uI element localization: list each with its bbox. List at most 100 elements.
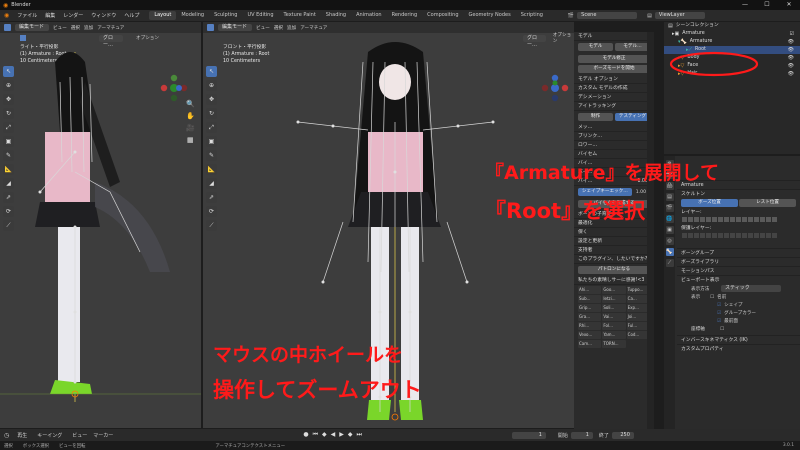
panel-viewport-display[interactable]: ビューポート表示 [677, 275, 800, 284]
tab-texture-paint[interactable]: Texture Paint [279, 11, 321, 20]
timeline-marker-menu[interactable]: マーカー [93, 432, 113, 439]
tab-geometry-nodes[interactable]: Geometry Nodes [464, 11, 516, 20]
group-colors-row: ☑ グループカラー [717, 309, 800, 317]
pose-mode-button[interactable]: ボーズモードを開始 [578, 65, 650, 73]
pose-position-button[interactable]: ボーズ位置 [681, 199, 738, 207]
timeline-keying-menu[interactable]: キーイング [37, 432, 62, 439]
panel-supporters[interactable]: 支持者 [574, 246, 654, 255]
sidebar-tabs[interactable] [647, 32, 654, 436]
axes-label: 座標軸 [691, 327, 705, 332]
supporter-item[interactable]: Vai... [602, 313, 626, 321]
model-button-2[interactable]: モデル… [615, 43, 650, 51]
panel-inverse-kinematics[interactable]: インバースキネマティクス (IK) [677, 335, 800, 344]
supporter-item[interactable]: Rhi... [578, 322, 602, 330]
menu-help[interactable]: ヘルプ [120, 12, 143, 19]
end-frame-field[interactable]: 250 [611, 431, 634, 439]
supporter-item[interactable]: Vexo... [578, 331, 602, 339]
panel-motion-paths[interactable]: モーションパス [677, 266, 800, 275]
supporter-item[interactable]: Fol... [602, 322, 626, 330]
tab-rendering[interactable]: Rendering [387, 11, 423, 20]
panel-copy-protection[interactable]: 保く [574, 228, 654, 237]
supporter-item[interactable]: Ietzi... [602, 295, 626, 303]
eye-bone-label: メッ… [574, 123, 654, 132]
timeline-playback-menu[interactable]: 再生 [17, 432, 27, 439]
play-reverse-icon[interactable]: ◀ [331, 431, 336, 439]
menu-render[interactable]: レンダー [59, 12, 87, 19]
bone-tab-icon[interactable]: ⟋ [665, 259, 674, 267]
tab-scripting[interactable]: Scripting [516, 11, 548, 20]
supporter-item[interactable]: Ahi... [578, 286, 602, 294]
panel-decimation[interactable]: デシメーション [574, 93, 654, 102]
panel-pose-library[interactable]: ボーズライブラリ [677, 257, 800, 266]
object-tab-icon[interactable]: ▣ [665, 226, 674, 234]
rest-position-button[interactable]: レスト位置 [739, 199, 796, 207]
viewport-front-view[interactable]: 編集モード ビュー 選択 追加 アーマチュア グロー… オプション フロント・平… [203, 22, 574, 428]
plugin-question: このプラグイン、したいですか? [574, 255, 654, 264]
supporter-item[interactable]: Cam... [578, 340, 602, 348]
minimize-button[interactable]: — [734, 0, 756, 10]
panel-skeleton[interactable]: スケルトン [677, 189, 800, 198]
viewport-right-view[interactable]: 編集モード ビュー 選択 追加 アーマチュア グロー… オプション ライト・平行… [0, 22, 201, 428]
tab-compositing[interactable]: Compositing [422, 11, 463, 20]
menu-window[interactable]: ウィンドウ [87, 12, 120, 19]
panel-model-options[interactable]: モデル オプション [574, 75, 654, 84]
panel-custom-properties[interactable]: カスタムプロパティ [677, 344, 800, 353]
supporter-item[interactable]: Yam... [602, 331, 626, 339]
tab-layout[interactable]: Layout [149, 11, 177, 20]
current-frame-field[interactable]: 1 [511, 431, 546, 439]
prev-key-icon[interactable]: ◆ [322, 431, 327, 439]
blink-field[interactable]: ブリンク… [574, 132, 654, 141]
timeline-view-menu[interactable]: ビュー [72, 432, 87, 439]
next-key-icon[interactable]: ◆ [348, 431, 353, 439]
play-icon[interactable]: ▶ [339, 431, 344, 439]
menu-edit[interactable]: 編集 [41, 12, 59, 19]
tab-animation[interactable]: Animation [351, 11, 387, 20]
character-side-view [0, 52, 201, 402]
start-frame-field[interactable]: 1 [570, 431, 593, 439]
group-colors-checkbox[interactable]: ☑ [717, 311, 721, 316]
tab-modeling[interactable]: Modeling [176, 11, 209, 20]
jump-end-icon[interactable]: ⏭ [356, 431, 361, 439]
close-button[interactable]: ✕ [778, 0, 800, 10]
record-icon[interactable]: ● [303, 431, 308, 439]
panel-model-header[interactable]: モデル [574, 32, 654, 41]
tab-testing[interactable]: テスティング [615, 113, 650, 121]
armature-data-tab-icon[interactable]: 🦴 [665, 248, 674, 256]
panel-eye-tracking[interactable]: アイトラッキング [574, 102, 654, 111]
model-fix-button[interactable]: モデル修正 [578, 55, 650, 63]
supporter-item[interactable]: Goo... [602, 286, 626, 294]
supporter-item[interactable]: TORN... [602, 340, 626, 348]
shapes-checkbox[interactable]: ☑ [717, 303, 721, 308]
supporter-item[interactable]: Sub... [578, 295, 602, 303]
supporter-item[interactable]: Grip... [578, 304, 602, 312]
axes-checkbox[interactable]: ☐ [720, 327, 724, 332]
lower-field[interactable]: ロワー… [574, 141, 654, 150]
jump-start-icon[interactable]: ⏮ [313, 431, 318, 439]
panel-bone-groups[interactable]: ボーングループ [677, 248, 800, 257]
tab-sculpting[interactable]: Sculpting [209, 11, 242, 20]
supporter-item[interactable]: Soli... [602, 304, 626, 312]
menu-file[interactable]: ファイル [13, 12, 41, 19]
names-checkbox[interactable]: ☐ [710, 295, 714, 300]
scene-tab-icon[interactable]: 🎬 [665, 204, 674, 212]
protected-layers-grid[interactable] [682, 233, 800, 238]
layers-grid[interactable] [682, 217, 800, 222]
panel-custom-model[interactable]: カスタム モデルの作成 [574, 84, 654, 93]
maximize-button[interactable]: ☐ [756, 0, 778, 10]
scene-selector[interactable]: Scene [577, 12, 638, 19]
view-layer-selector[interactable]: ViewLayer [654, 12, 705, 19]
tab-creation[interactable]: 制作 [578, 113, 613, 121]
physics-tab-icon[interactable]: ◎ [665, 237, 674, 245]
model-button[interactable]: モデル [578, 43, 613, 51]
view-layer-tab-icon[interactable]: ▤ [665, 193, 674, 201]
in-front-checkbox[interactable]: ☑ [717, 319, 721, 324]
display-as-dropdown[interactable]: スティック [721, 285, 781, 292]
panel-settings-updates[interactable]: 設定と更新 [574, 237, 654, 246]
blender-menu-icon[interactable]: ◉ [0, 12, 13, 19]
world-tab-icon[interactable]: 🌐 [665, 215, 674, 223]
patreon-button[interactable]: パトロンになる [578, 266, 650, 274]
supporter-item[interactable]: Gra... [578, 313, 602, 321]
tab-uv-editing[interactable]: UV Editing [242, 11, 278, 20]
timeline-editor-icon[interactable]: ◷ [4, 432, 9, 439]
tab-shading[interactable]: Shading [321, 11, 351, 20]
